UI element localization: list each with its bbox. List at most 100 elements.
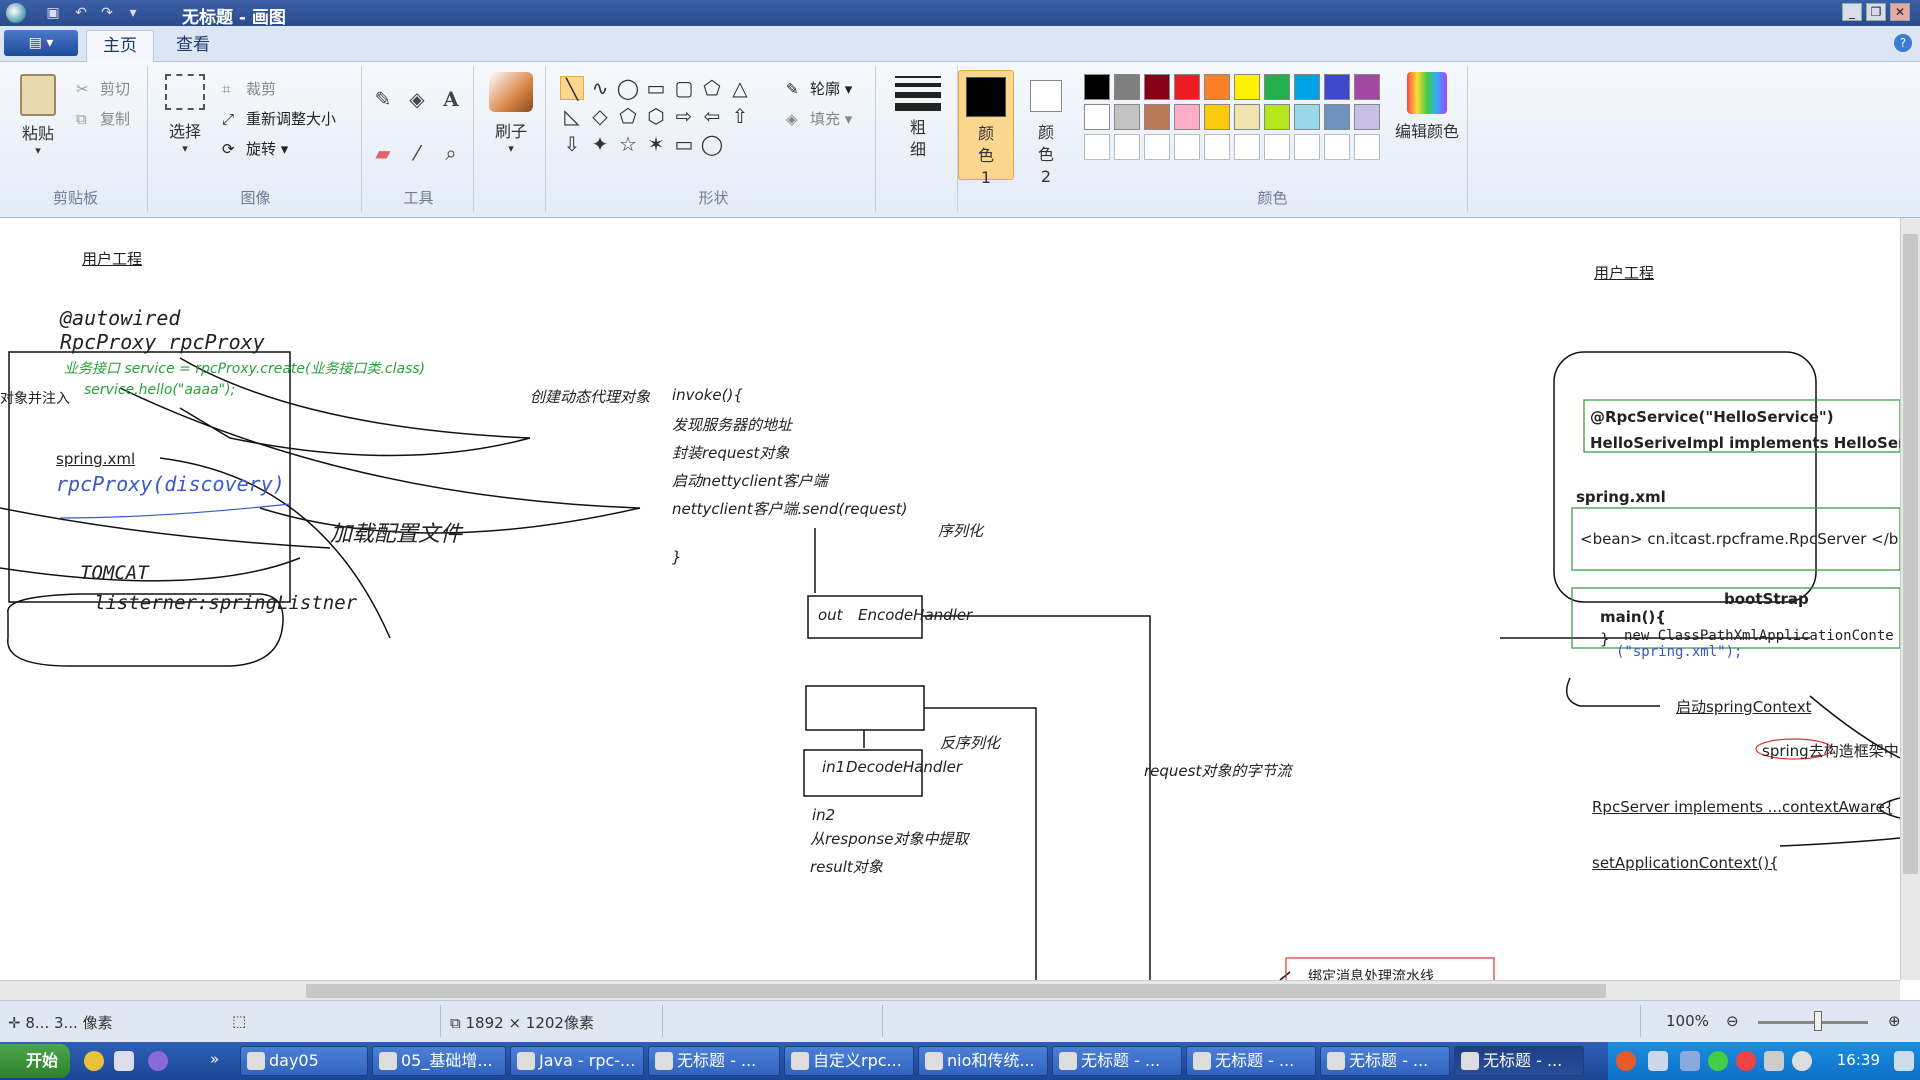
paste-button[interactable]: 粘贴 ▾: [12, 72, 64, 180]
more-icon[interactable]: »: [210, 1050, 219, 1068]
help-icon[interactable]: ?: [1894, 34, 1912, 52]
text-tool-icon[interactable]: A: [438, 86, 464, 112]
zoom-slider[interactable]: [1758, 1021, 1868, 1024]
tray-icon-1[interactable]: [1616, 1051, 1636, 1071]
paint-app-icon[interactable]: [6, 3, 26, 23]
canvas-area[interactable]: 用户工程 @autowired RpcProxy rpcProxy 业务接口 s…: [0, 218, 1920, 980]
color-swatch[interactable]: [1204, 134, 1230, 160]
file-menu-button[interactable]: ▤ ▾: [4, 30, 78, 56]
tab-view[interactable]: 查看: [160, 30, 226, 62]
fill-bucket-icon[interactable]: ◈: [404, 86, 430, 112]
taskbar-button[interactable]: 05_基础增...: [372, 1046, 506, 1076]
taskbar-button[interactable]: nio和传统...: [918, 1046, 1048, 1076]
color-swatch[interactable]: [1114, 104, 1140, 130]
shape-option-icon[interactable]: ╲: [560, 76, 584, 101]
color-swatch[interactable]: [1144, 134, 1170, 160]
undo-icon[interactable]: ↶: [72, 4, 90, 22]
minimize-button[interactable]: _: [1842, 3, 1862, 21]
shape-option-icon[interactable]: ⬠: [700, 76, 724, 100]
tray-icon-3[interactable]: [1680, 1051, 1700, 1071]
color-swatch[interactable]: [1114, 74, 1140, 100]
horizontal-scrollbar[interactable]: [0, 980, 1900, 1000]
color-swatch[interactable]: [1114, 134, 1140, 160]
color-swatch[interactable]: [1324, 134, 1350, 160]
color-swatch[interactable]: [1084, 104, 1110, 130]
color-swatch[interactable]: [1324, 104, 1350, 130]
color-swatch[interactable]: [1174, 134, 1200, 160]
color-swatch[interactable]: [1174, 74, 1200, 100]
taskbar-button[interactable]: 无标题 - ...: [648, 1046, 780, 1076]
maximize-button[interactable]: ❐: [1866, 3, 1886, 21]
color-swatch[interactable]: [1204, 74, 1230, 100]
tab-home[interactable]: 主页: [86, 30, 154, 62]
color-swatch[interactable]: [1264, 134, 1290, 160]
size-button[interactable]: 粗细: [888, 72, 948, 161]
quick-launch-icon-1[interactable]: [84, 1051, 104, 1071]
rotate-button[interactable]: ⟳ 旋转 ▾: [222, 138, 288, 160]
color-swatch[interactable]: [1234, 134, 1260, 160]
taskbar-button[interactable]: 无标题 - ...: [1186, 1046, 1316, 1076]
horizontal-scroll-thumb[interactable]: [306, 984, 1606, 998]
shape-option-icon[interactable]: ▭: [672, 132, 696, 156]
resize-button[interactable]: ⤢ 重新调整大小: [222, 108, 336, 130]
shape-option-icon[interactable]: ∿: [588, 76, 612, 100]
color-swatch[interactable]: [1204, 104, 1230, 130]
shape-option-icon[interactable]: ⬡: [644, 104, 668, 128]
taskbar-button[interactable]: 无标题 - ...: [1052, 1046, 1182, 1076]
color-swatch[interactable]: [1264, 104, 1290, 130]
shape-option-icon[interactable]: ⇩: [560, 132, 584, 156]
taskbar-button[interactable]: 无标题 - ...: [1454, 1046, 1584, 1076]
shape-option-icon[interactable]: ⇦: [700, 104, 724, 128]
crop-button[interactable]: ⌗ 裁剪: [222, 78, 276, 100]
show-desktop-icon[interactable]: [1894, 1051, 1914, 1071]
color-swatch[interactable]: [1144, 74, 1170, 100]
color-swatch[interactable]: [1354, 74, 1380, 100]
color1-button[interactable]: 颜色 1: [958, 70, 1014, 187]
color-swatch[interactable]: [1084, 134, 1110, 160]
redo-icon[interactable]: ↷: [98, 4, 116, 22]
tray-icon-4[interactable]: [1708, 1051, 1728, 1071]
quick-access-dropdown-icon[interactable]: ▾: [124, 4, 142, 22]
shape-option-icon[interactable]: ⬠: [616, 104, 640, 128]
shape-option-icon[interactable]: ▭: [644, 76, 668, 100]
vertical-scroll-thumb[interactable]: [1903, 234, 1918, 874]
color-swatch[interactable]: [1354, 134, 1380, 160]
shape-option-icon[interactable]: ◯: [616, 76, 640, 100]
shape-option-icon[interactable]: ☆: [616, 132, 640, 156]
shape-option-icon[interactable]: ◇: [588, 104, 612, 128]
color-swatch[interactable]: [1294, 104, 1320, 130]
save-icon[interactable]: ▣: [44, 4, 62, 22]
color-swatch[interactable]: [1174, 104, 1200, 130]
color-swatch[interactable]: [1294, 74, 1320, 100]
close-button[interactable]: ✕: [1890, 3, 1910, 21]
shape-option-icon[interactable]: ◺: [560, 104, 584, 128]
taskbar-button[interactable]: day05: [240, 1046, 368, 1076]
color-picker-icon[interactable]: ⁄: [404, 140, 430, 166]
shape-option-icon[interactable]: ◯: [700, 132, 724, 156]
brush-button[interactable]: 刷子 ▾: [484, 72, 538, 155]
color2-button[interactable]: 颜色 2: [1018, 70, 1074, 186]
color-swatch[interactable]: [1324, 74, 1350, 100]
pencil-icon[interactable]: ✎: [370, 86, 396, 112]
edit-colors-button[interactable]: 编辑颜色: [1390, 72, 1464, 142]
quick-launch-icon-3[interactable]: [148, 1051, 168, 1071]
tray-icon-2[interactable]: [1648, 1051, 1668, 1071]
cut-button[interactable]: ✂ 剪切: [76, 78, 130, 100]
color-swatch[interactable]: [1234, 104, 1260, 130]
fill-button[interactable]: ◈ 填充 ▾: [786, 108, 852, 130]
eraser-icon[interactable]: ▰: [370, 140, 396, 166]
quick-launch-icon-2[interactable]: [114, 1051, 134, 1071]
network-icon[interactable]: [1764, 1051, 1784, 1071]
volume-icon[interactable]: [1792, 1051, 1812, 1071]
zoom-out-icon[interactable]: ⊖: [1726, 1012, 1739, 1030]
zoom-slider-thumb[interactable]: [1814, 1011, 1822, 1031]
color-swatch[interactable]: [1084, 74, 1110, 100]
shape-option-icon[interactable]: ⇨: [672, 104, 696, 128]
taskbar-button[interactable]: 无标题 - ...: [1320, 1046, 1450, 1076]
taskbar-button[interactable]: 自定义rpc...: [784, 1046, 914, 1076]
color-swatch[interactable]: [1144, 104, 1170, 130]
shape-option-icon[interactable]: ▢: [672, 76, 696, 100]
shape-option-icon[interactable]: △: [728, 76, 752, 100]
zoom-in-icon[interactable]: ⊕: [1888, 1012, 1901, 1030]
tray-icon-5[interactable]: [1736, 1051, 1756, 1071]
